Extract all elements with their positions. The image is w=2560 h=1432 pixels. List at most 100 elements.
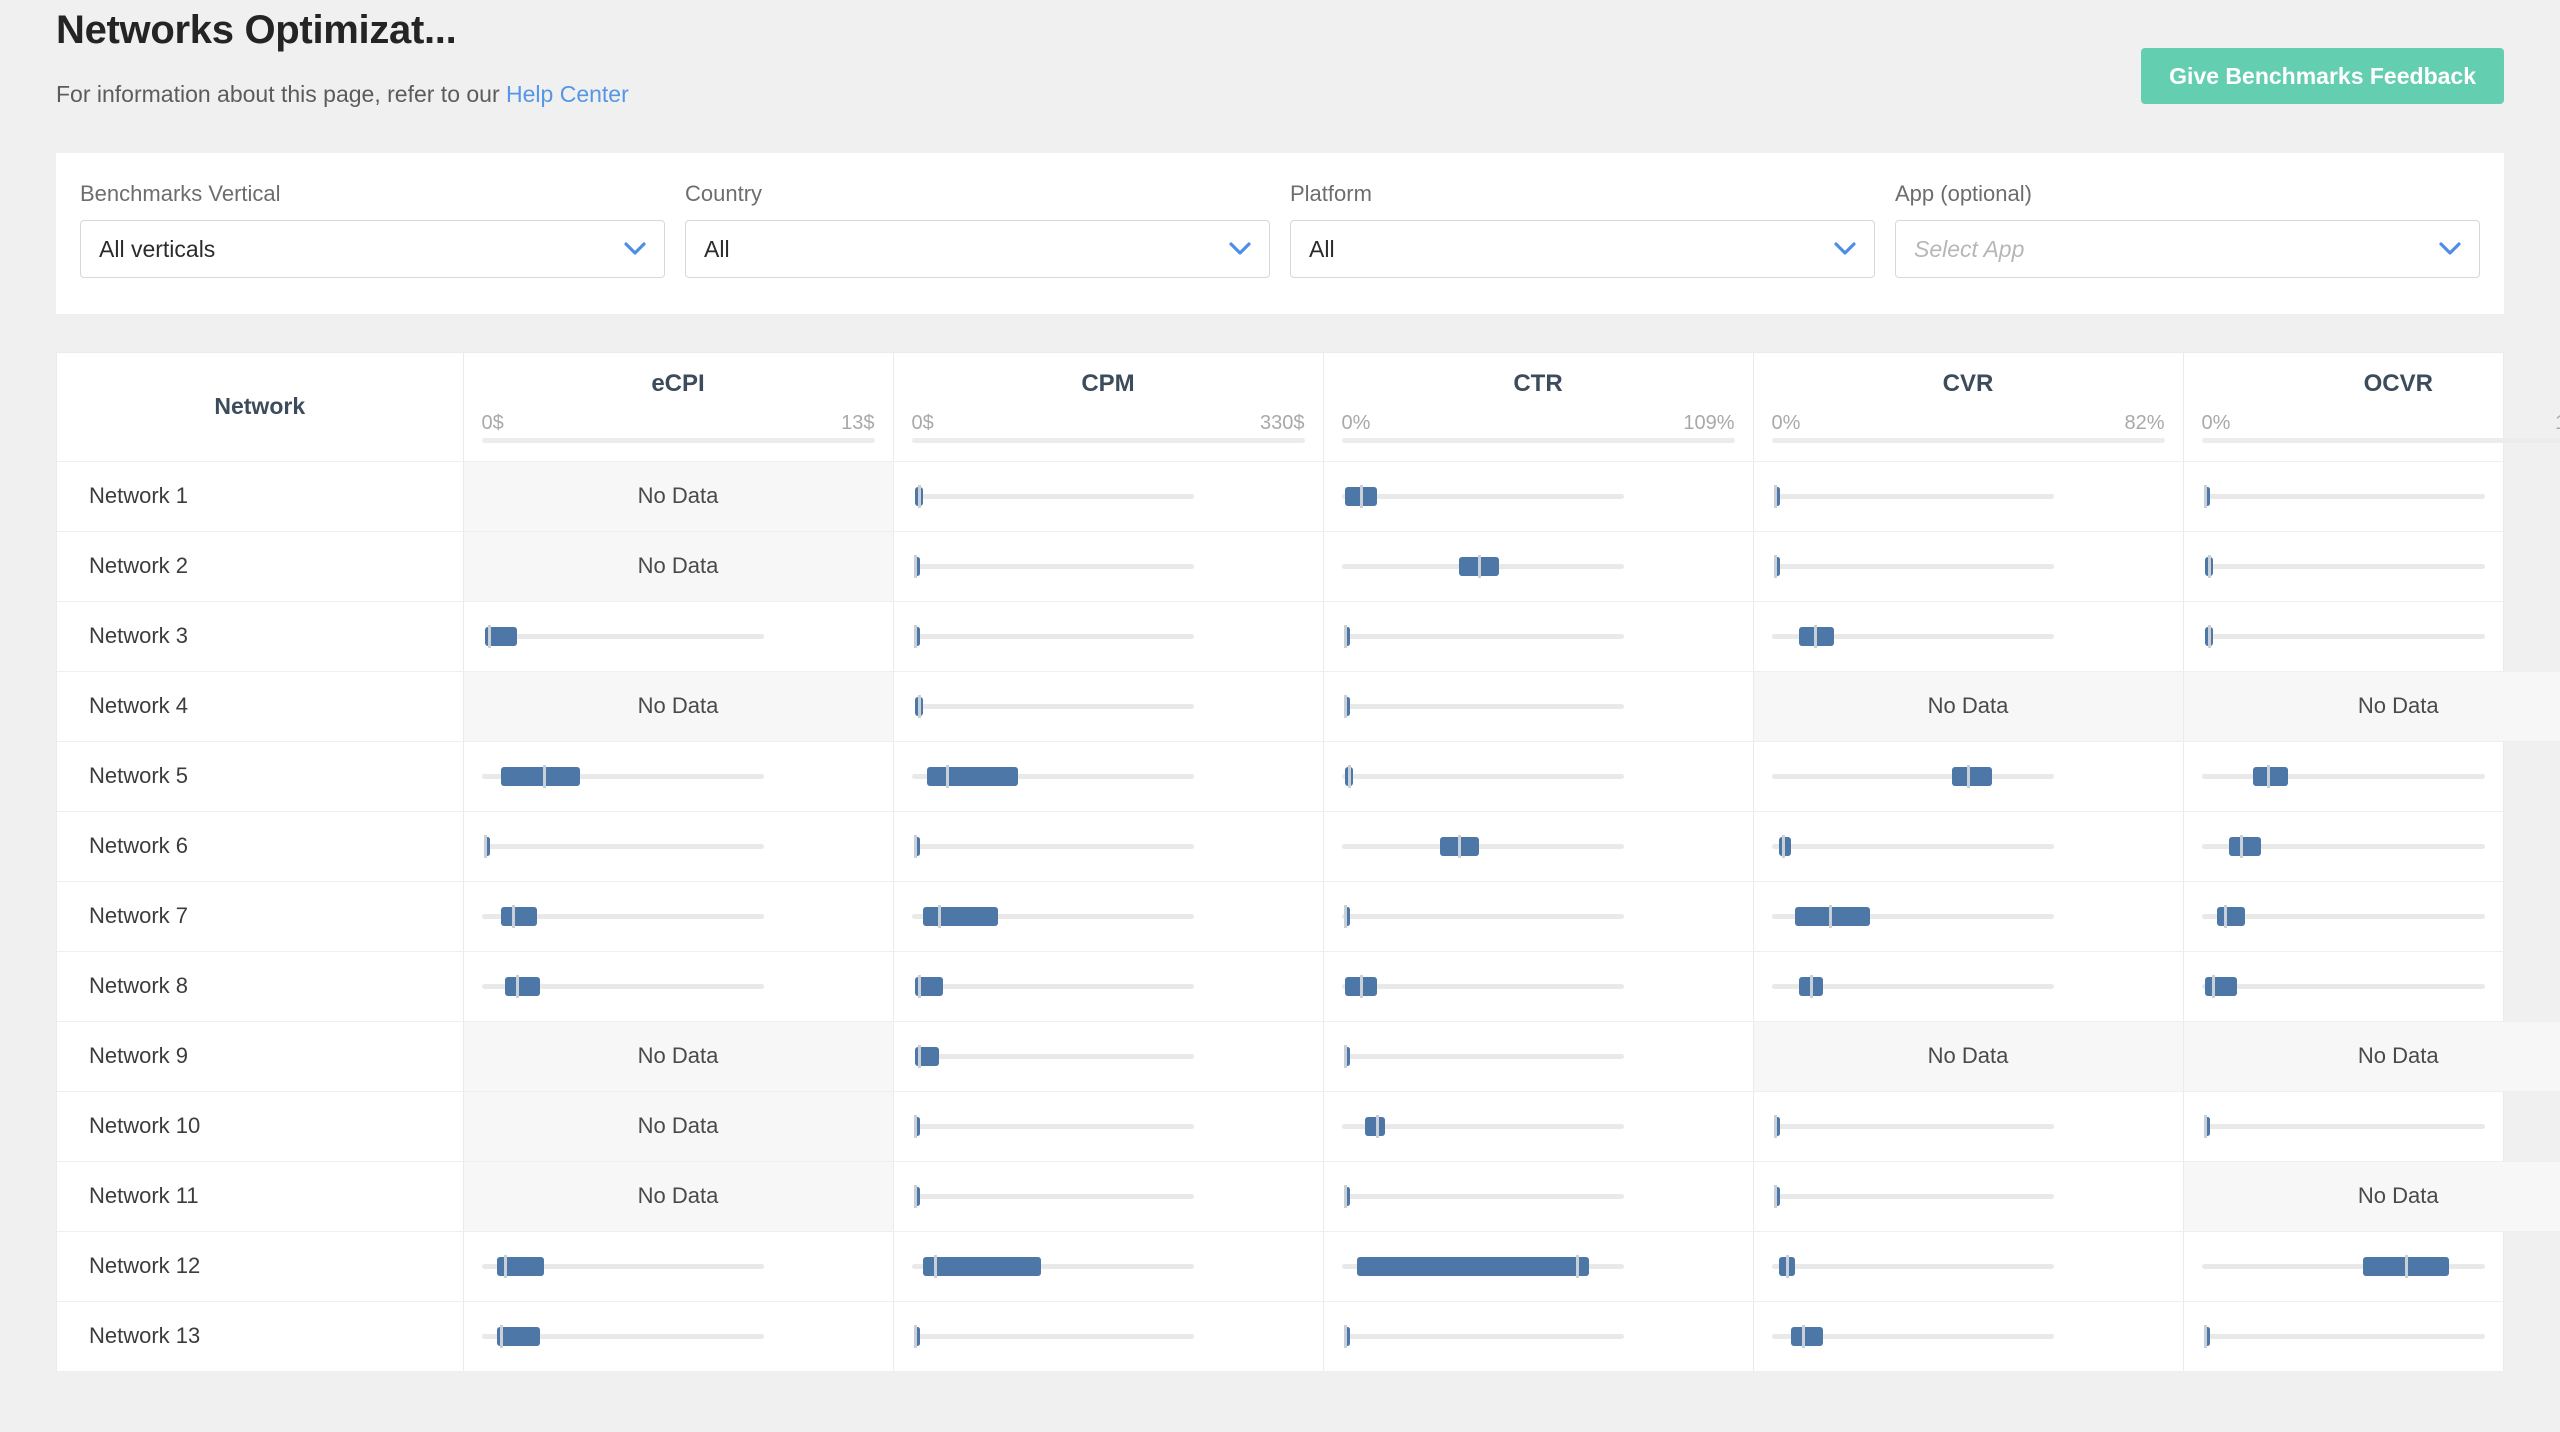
boxplot-cell-cpm bbox=[893, 881, 1324, 952]
table-row[interactable]: Network 5 bbox=[57, 741, 2560, 812]
metric-max-ctr: 109% bbox=[1683, 412, 1735, 435]
boxplot-cell-cpm bbox=[893, 671, 1324, 742]
metric-min-ctr: 0% bbox=[1341, 412, 1371, 435]
table-row[interactable]: Network 3 bbox=[57, 601, 2560, 672]
boxplot-cell-ctr bbox=[1323, 1091, 1754, 1162]
median-line bbox=[1829, 905, 1833, 928]
boxplot-cell-ctr bbox=[1323, 1301, 1754, 1372]
median-line bbox=[484, 835, 488, 858]
boxplot-cell-ocvr bbox=[2183, 811, 2560, 882]
median-line bbox=[515, 975, 519, 998]
median-line bbox=[1458, 835, 1462, 858]
boxplot bbox=[1771, 1251, 2165, 1281]
boxplot bbox=[2202, 621, 2560, 651]
table-row[interactable]: Network 6 bbox=[57, 811, 2560, 882]
median-line bbox=[914, 625, 918, 648]
metric-scale-ctr: 0% 109% bbox=[1342, 412, 1735, 434]
iqr-box bbox=[497, 1327, 541, 1346]
median-line bbox=[1375, 1115, 1379, 1138]
median-line bbox=[1967, 765, 1970, 788]
boxplot-cell-cvr bbox=[1753, 1301, 2184, 1372]
boxplot-cell-cvr bbox=[1753, 461, 2184, 532]
boxplot-cell-ctr bbox=[1323, 531, 1754, 602]
table-row[interactable]: Network 2 No Data bbox=[57, 531, 2560, 602]
no-data-cell: No Data bbox=[2183, 1021, 2560, 1092]
whisker-track bbox=[1771, 1264, 2055, 1269]
boxplot bbox=[1771, 901, 2165, 931]
filters-panel: Benchmarks Vertical All verticals Country A… bbox=[56, 153, 2504, 314]
table-row[interactable]: Network 11 No Data No Data bbox=[57, 1161, 2560, 1232]
table-row[interactable]: Network 1 No Data bbox=[57, 461, 2560, 532]
median-line bbox=[945, 765, 949, 788]
median-line bbox=[2267, 765, 2271, 788]
metric-head-ocvr: OCVR 0% 18% bbox=[2201, 370, 2560, 444]
median-line bbox=[934, 1255, 938, 1278]
boxplot-cell-ecpi bbox=[463, 811, 894, 882]
metric-name-ctr: CTR bbox=[1513, 370, 1563, 398]
boxplot-cell-cpm bbox=[893, 1161, 1324, 1232]
table-row[interactable]: Network 13 bbox=[57, 1301, 2560, 1372]
table-row[interactable]: Network 12 bbox=[57, 1231, 2560, 1302]
metric-name-cpm: CPM bbox=[1081, 370, 1135, 398]
boxplot bbox=[482, 831, 875, 861]
table-header-cvr: CVR 0% 82% bbox=[1753, 353, 2184, 462]
boxplot-cell-ctr bbox=[1323, 811, 1754, 882]
chevron-down-icon bbox=[2439, 242, 2461, 255]
median-line bbox=[918, 1045, 922, 1068]
median-line bbox=[1809, 975, 1813, 998]
boxplot-cell-cpm bbox=[893, 601, 1324, 672]
median-line bbox=[500, 1325, 504, 1348]
boxplot-cell-ecpi bbox=[463, 881, 894, 952]
iqr-box bbox=[1357, 1257, 1590, 1276]
network-name-cell: Network 11 bbox=[57, 1161, 464, 1232]
boxplot bbox=[2202, 1321, 2560, 1351]
metric-head-cvr: CVR 0% 82% bbox=[1771, 370, 2165, 444]
select-country[interactable]: All bbox=[685, 220, 1270, 278]
help-center-link[interactable]: Help Center bbox=[506, 81, 629, 107]
boxplot bbox=[481, 901, 875, 931]
iqr-box bbox=[2205, 977, 2237, 996]
iqr-box bbox=[923, 907, 998, 926]
table-row[interactable]: Network 4 No Data No Data No Data bbox=[57, 671, 2560, 742]
metric-scale-ecpi: 0$ 13$ bbox=[482, 412, 875, 434]
table-row[interactable]: Network 8 bbox=[57, 951, 2560, 1022]
select-value-benchmarks-vertical: All verticals bbox=[99, 235, 216, 262]
median-line bbox=[918, 695, 922, 718]
network-name-cell: Network 4 bbox=[57, 671, 464, 742]
table-header: Network eCPI 0$ 13$ CPM 0$ 330$ CTR 0% 109% CVR 0% 8… bbox=[57, 353, 2560, 462]
median-line bbox=[543, 765, 547, 788]
boxplot-cell-cpm bbox=[893, 741, 1324, 812]
metric-scale-cvr: 0% 82% bbox=[1772, 412, 2165, 434]
filter-label-benchmarks-vertical: Benchmarks Vertical bbox=[80, 181, 281, 206]
median-line bbox=[511, 905, 515, 928]
metric-min-ocvr: 0% bbox=[2201, 412, 2231, 435]
select-benchmarks-vertical[interactable]: All verticals bbox=[80, 220, 665, 278]
table-row[interactable]: Network 7 bbox=[57, 881, 2560, 952]
give-benchmarks-feedback-button[interactable]: Give Benchmarks Feedback bbox=[2141, 48, 2504, 104]
select-platform[interactable]: All bbox=[1290, 220, 1875, 278]
table-row[interactable]: Network 9 No Data No Data No Data bbox=[57, 1021, 2560, 1092]
select-value-platform: All bbox=[1309, 235, 1335, 262]
boxplot bbox=[1771, 971, 2165, 1001]
boxplot-cell-ctr bbox=[1323, 1231, 1754, 1302]
no-data-cell: No Data bbox=[1753, 1021, 2184, 1092]
boxplot bbox=[1342, 1041, 1735, 1071]
boxplot-cell-ocvr bbox=[2183, 601, 2560, 672]
table-header-network: Network bbox=[57, 353, 464, 462]
select-app[interactable]: Select App bbox=[1895, 220, 2480, 278]
iqr-box bbox=[1952, 767, 1992, 786]
whisker-track bbox=[2205, 1334, 2485, 1339]
boxplot bbox=[911, 901, 1305, 931]
median-line bbox=[2208, 625, 2212, 648]
boxplot-cell-ocvr bbox=[2183, 1091, 2560, 1162]
boxplot-cell-ecpi bbox=[463, 1231, 894, 1302]
median-line bbox=[2224, 905, 2228, 928]
no-data-cell: No Data bbox=[463, 1021, 894, 1092]
whisker-track bbox=[485, 634, 765, 639]
whisker-track bbox=[915, 634, 1195, 639]
boxplot bbox=[1341, 971, 1735, 1001]
median-line bbox=[1348, 765, 1352, 788]
chevron-down-icon bbox=[624, 242, 646, 255]
table-row[interactable]: Network 10 No Data bbox=[57, 1091, 2560, 1162]
table-header-cpm: CPM 0$ 330$ bbox=[893, 353, 1324, 462]
